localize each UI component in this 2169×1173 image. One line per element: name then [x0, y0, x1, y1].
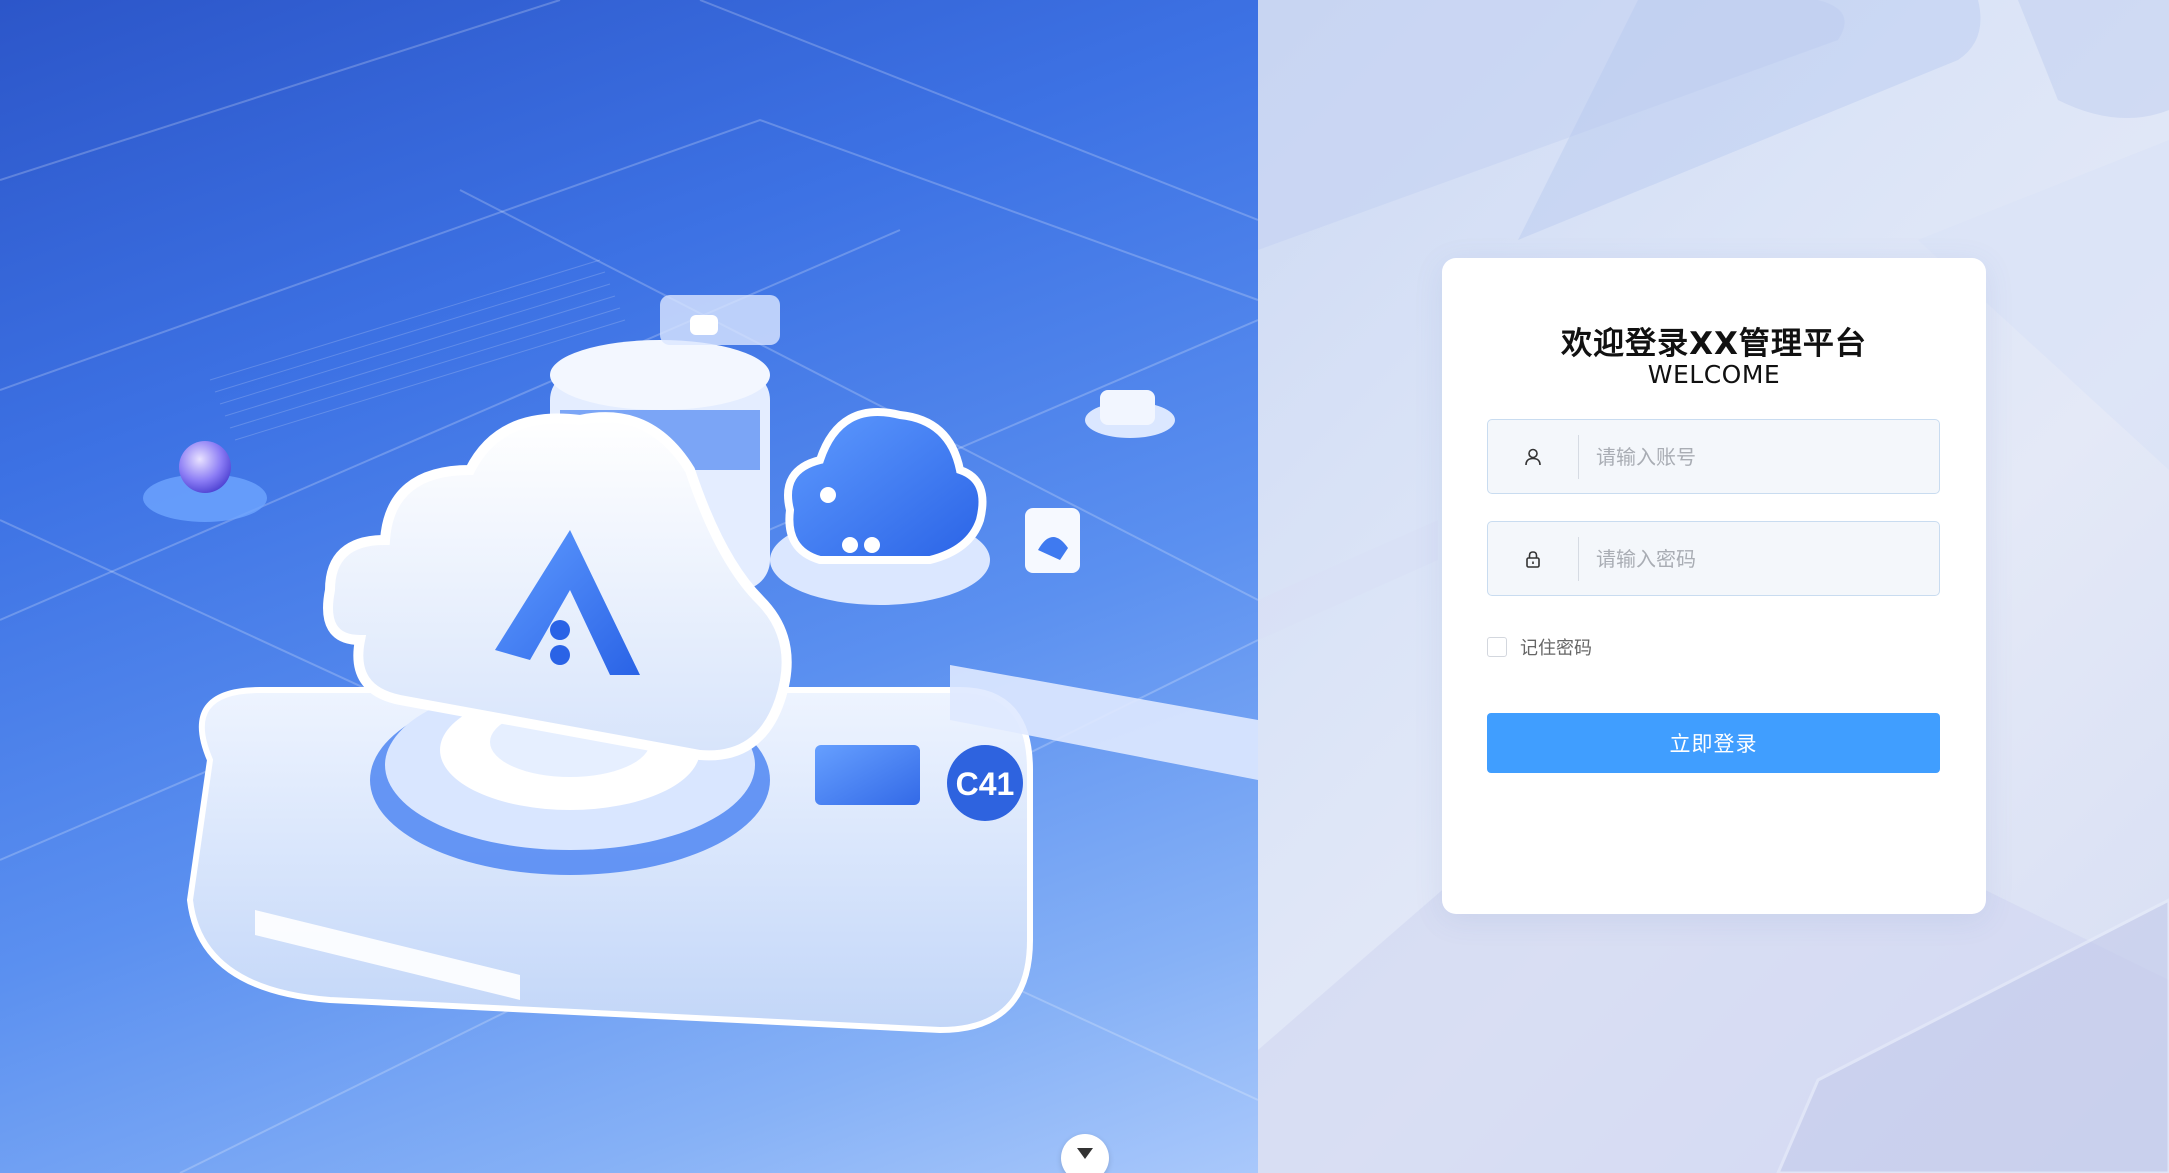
user-icon — [1488, 420, 1578, 493]
lock-icon — [1488, 522, 1578, 595]
login-title: 欢迎登录XX管理平台 — [1561, 326, 1867, 362]
svg-text:C41: C41 — [956, 766, 1015, 802]
password-input[interactable] — [1579, 522, 1939, 595]
username-input[interactable] — [1579, 420, 1939, 493]
remember-password[interactable]: 记住密码 — [1487, 634, 1592, 660]
chevron-down-icon — [1075, 1146, 1095, 1166]
password-field[interactable] — [1487, 521, 1940, 596]
hero-illustration: C41 — [0, 0, 1258, 1173]
remember-checkbox[interactable] — [1487, 637, 1507, 657]
remember-label: 记住密码 — [1520, 638, 1592, 659]
login-subtitle: WELCOME — [1647, 360, 1781, 389]
login-button[interactable]: 立即登录 — [1487, 713, 1940, 773]
username-field[interactable] — [1487, 419, 1940, 494]
login-card: 欢迎登录XX管理平台 WELCOME 记住密码 立即登录 — [1442, 258, 1986, 914]
